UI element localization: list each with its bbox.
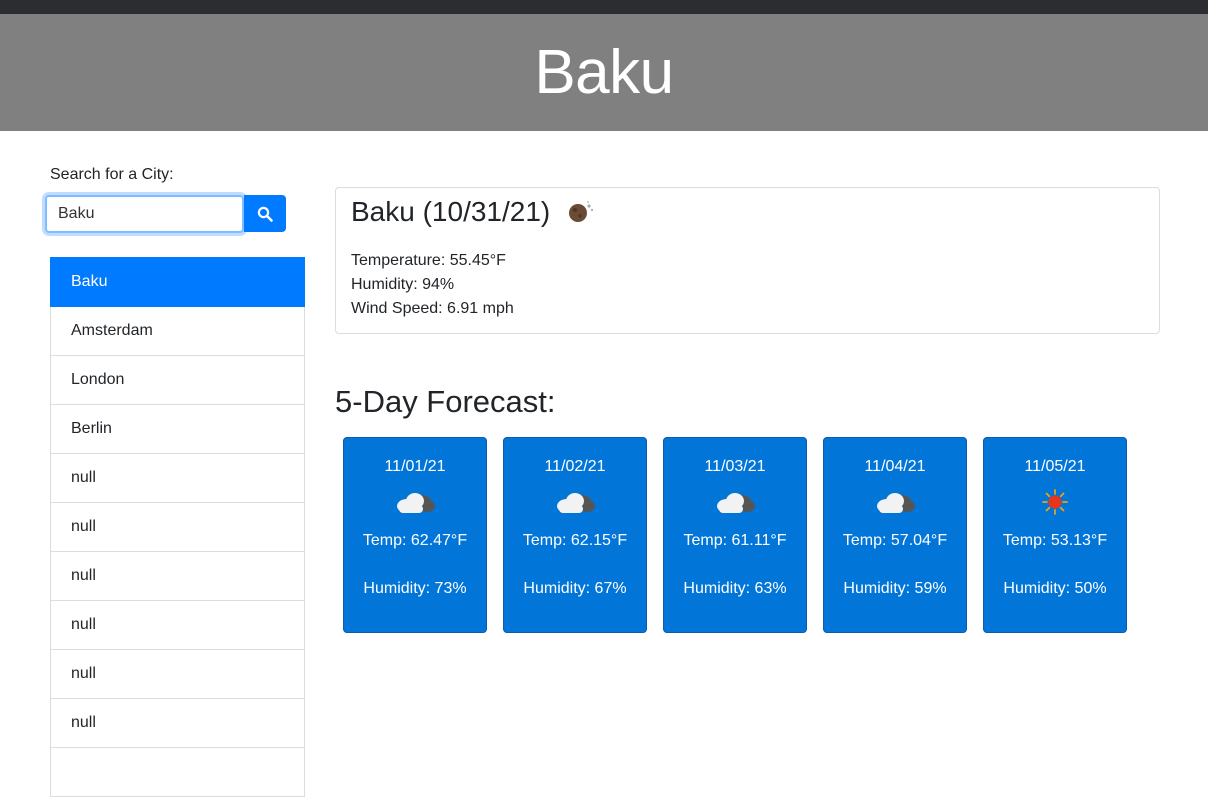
forecast-humidity: Humidity: 59%	[843, 580, 947, 597]
forecast-date: 11/05/21	[1024, 458, 1086, 475]
history-item-null[interactable]: null	[50, 454, 305, 503]
cloud-icon	[717, 493, 755, 513]
search-label: Search for a City:	[50, 166, 174, 183]
current-weather-title: Baku (10/31/21)	[351, 196, 596, 228]
night-moon-cloud-icon	[569, 201, 594, 222]
forecast-humidity: Humidity: 67%	[523, 580, 627, 597]
forecast-date: 11/04/21	[864, 458, 926, 475]
history-item-null[interactable]: null	[50, 601, 305, 650]
page-title: Baku	[534, 38, 674, 107]
search-icon	[257, 206, 273, 222]
forecast-temp: Temp: 53.13°F	[1002, 532, 1108, 549]
search-button[interactable]	[244, 195, 286, 232]
history-item-null[interactable]: null	[50, 503, 305, 552]
history-item-amsterdam[interactable]: Amsterdam	[50, 307, 305, 356]
page-header: Baku	[0, 14, 1208, 131]
current-weather-details: Temperature: 55.45°F Humidity: 94% Wind …	[351, 249, 514, 321]
current-city-date: Baku (10/31/21)	[351, 196, 551, 227]
forecast-temp: Temp: 61.11°F	[683, 532, 787, 549]
search-history-list: Baku Amsterdam London Berlin null null n…	[50, 257, 305, 797]
forecast-date: 11/02/21	[544, 458, 606, 475]
current-temperature: Temperature: 55.45°F	[351, 252, 506, 269]
forecast-card: 11/04/21 Temp: 57.04°F Humidity: 59%	[823, 437, 967, 633]
forecast-humidity: Humidity: 50%	[1003, 580, 1107, 597]
forecast-date: 11/01/21	[384, 458, 446, 475]
forecast-card: 11/02/21 Temp: 62.15°F Humidity: 67%	[503, 437, 647, 633]
forecast-card: 11/03/21 Temp: 61.11°F Humidity: 63%	[663, 437, 807, 633]
forecast-temp: Temp: 62.47°F	[362, 532, 468, 549]
history-item-london[interactable]: London	[50, 356, 305, 405]
current-wind-speed: Wind Speed: 6.91 mph	[351, 300, 514, 317]
current-weather-card: Baku (10/31/21) Temperature: 55.45°F Hum…	[335, 187, 1160, 334]
sun-icon	[1042, 489, 1068, 515]
history-item-null[interactable]: null	[50, 552, 305, 601]
forecast-humidity: Humidity: 63%	[683, 580, 787, 597]
forecast-card: 11/01/21 Temp: 62.47°F Humidity: 73%	[343, 437, 487, 633]
current-humidity: Humidity: 94%	[351, 276, 455, 293]
history-item-null[interactable]: null	[50, 699, 305, 748]
cloud-icon	[877, 493, 915, 513]
history-item-berlin[interactable]: Berlin	[50, 405, 305, 454]
forecast-humidity: Humidity: 73%	[363, 580, 467, 597]
cloud-icon	[557, 493, 595, 513]
history-item-null[interactable]: null	[50, 650, 305, 699]
forecast-temp: Temp: 57.04°F	[842, 532, 948, 549]
forecast-temp: Temp: 62.15°F	[522, 532, 628, 549]
forecast-title: 5-Day Forecast:	[335, 384, 556, 419]
forecast-date: 11/03/21	[704, 458, 766, 475]
cloud-icon	[397, 493, 435, 513]
browser-top-strip	[0, 0, 1208, 14]
forecast-card: 11/05/21 Temp: 53.13°F Humidity: 50%	[983, 437, 1127, 633]
city-search-input[interactable]	[45, 195, 244, 233]
history-item-baku[interactable]: Baku	[50, 257, 305, 307]
forecast-row: 11/01/21 Temp: 62.47°F Humidity: 73% 11/…	[343, 437, 1127, 633]
history-item-empty[interactable]	[50, 748, 305, 797]
